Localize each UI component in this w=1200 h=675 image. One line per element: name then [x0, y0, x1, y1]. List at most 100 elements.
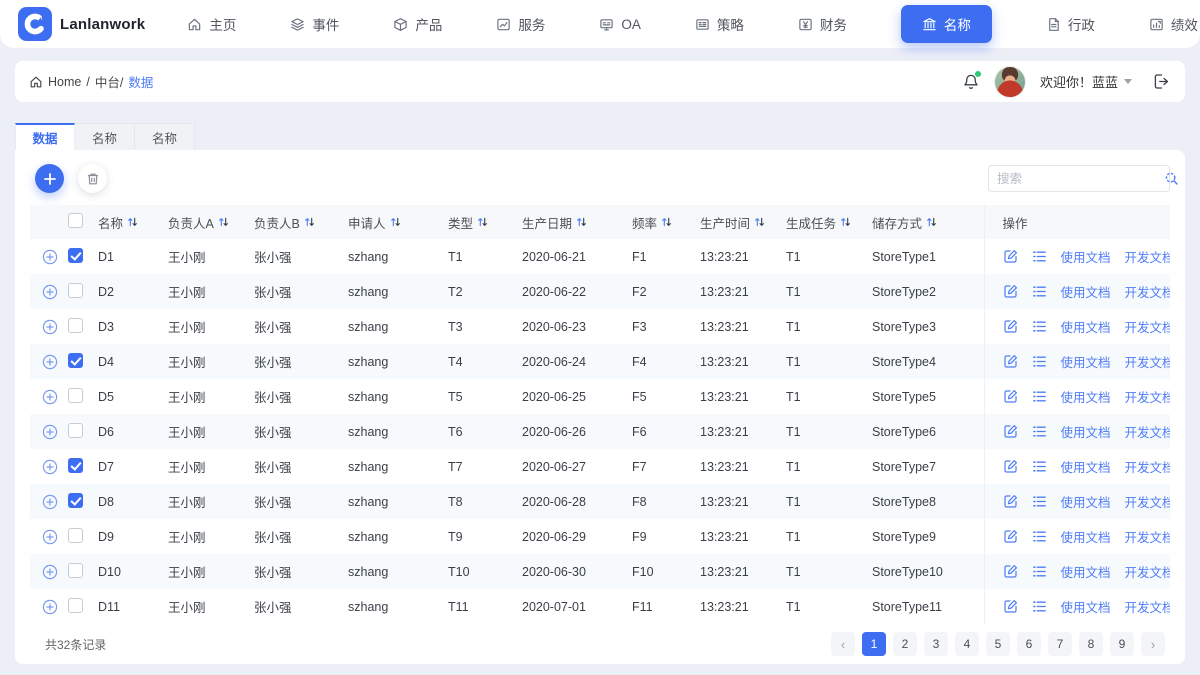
- expand-row-icon[interactable]: [42, 284, 60, 300]
- edit-icon[interactable]: [1003, 354, 1018, 369]
- use-doc-link[interactable]: 使用文档: [1061, 247, 1111, 266]
- list-icon[interactable]: [1032, 424, 1047, 439]
- use-doc-link[interactable]: 使用文档: [1061, 317, 1111, 336]
- sort-icon[interactable]: [304, 216, 315, 228]
- nav-item-6[interactable]: 策略: [695, 14, 744, 34]
- list-icon[interactable]: [1032, 459, 1047, 474]
- pagination-page-3[interactable]: 3: [924, 632, 948, 656]
- edit-icon[interactable]: [1003, 529, 1018, 544]
- sort-icon[interactable]: [390, 216, 401, 228]
- edit-icon[interactable]: [1003, 249, 1018, 264]
- pagination-page-9[interactable]: 9: [1110, 632, 1134, 656]
- row-checkbox[interactable]: [68, 387, 83, 403]
- dev-doc-link[interactable]: 开发文档: [1125, 457, 1170, 476]
- edit-icon[interactable]: [1003, 494, 1018, 509]
- column-header-9[interactable]: 生成任务: [782, 205, 868, 239]
- breadcrumb-current[interactable]: 数据: [128, 72, 153, 91]
- pagination-next[interactable]: ›: [1141, 632, 1165, 656]
- column-header-8[interactable]: 生产时间: [696, 205, 782, 239]
- row-checkbox[interactable]: [68, 352, 83, 368]
- use-doc-link[interactable]: 使用文档: [1061, 387, 1111, 406]
- dev-doc-link[interactable]: 开发文档: [1125, 562, 1170, 581]
- row-checkbox[interactable]: [68, 527, 83, 543]
- pagination-page-8[interactable]: 8: [1079, 632, 1103, 656]
- edit-icon[interactable]: [1003, 424, 1018, 439]
- expand-row-icon[interactable]: [42, 494, 60, 510]
- column-header-7[interactable]: 频率: [628, 205, 696, 239]
- edit-icon[interactable]: [1003, 319, 1018, 334]
- expand-row-icon[interactable]: [42, 529, 60, 545]
- column-header-1[interactable]: 名称: [94, 205, 164, 239]
- column-header-4[interactable]: 申请人: [344, 205, 444, 239]
- notification-bell-button[interactable]: [962, 70, 981, 91]
- column-header-5[interactable]: 类型: [444, 205, 518, 239]
- nav-item-3[interactable]: 产品: [393, 14, 442, 34]
- list-icon[interactable]: [1032, 249, 1047, 264]
- column-header-10[interactable]: 储存方式: [868, 205, 984, 239]
- pagination-page-4[interactable]: 4: [955, 632, 979, 656]
- nav-item-9[interactable]: 行政: [1046, 14, 1095, 34]
- expand-row-icon[interactable]: [42, 564, 60, 580]
- nav-item-1[interactable]: 主页: [187, 14, 236, 34]
- list-icon[interactable]: [1032, 494, 1047, 509]
- expand-row-icon[interactable]: [42, 389, 60, 405]
- expand-row-icon[interactable]: [42, 319, 60, 335]
- sort-icon[interactable]: [576, 216, 587, 228]
- dev-doc-link[interactable]: 开发文档: [1125, 527, 1170, 546]
- sort-icon[interactable]: [754, 216, 765, 228]
- list-icon[interactable]: [1032, 284, 1047, 299]
- dev-doc-link[interactable]: 开发文档: [1125, 317, 1170, 336]
- nav-item-7[interactable]: 财务: [798, 14, 847, 34]
- sort-icon[interactable]: [127, 216, 138, 228]
- use-doc-link[interactable]: 使用文档: [1061, 562, 1111, 581]
- dev-doc-link[interactable]: 开发文档: [1125, 597, 1170, 616]
- pagination-prev[interactable]: ‹: [831, 632, 855, 656]
- expand-row-icon[interactable]: [42, 354, 60, 370]
- user-avatar[interactable]: [993, 65, 1026, 98]
- nav-item-5[interactable]: OA: [599, 17, 641, 32]
- row-checkbox[interactable]: [68, 282, 83, 298]
- dev-doc-link[interactable]: 开发文档: [1125, 387, 1170, 406]
- use-doc-link[interactable]: 使用文档: [1061, 422, 1111, 441]
- list-icon[interactable]: [1032, 354, 1047, 369]
- breadcrumb-home[interactable]: Home: [48, 75, 81, 89]
- edit-icon[interactable]: [1003, 459, 1018, 474]
- dev-doc-link[interactable]: 开发文档: [1125, 247, 1170, 266]
- row-checkbox[interactable]: [68, 247, 83, 263]
- use-doc-link[interactable]: 使用文档: [1061, 457, 1111, 476]
- column-header-6[interactable]: 生产日期: [518, 205, 628, 239]
- edit-icon[interactable]: [1003, 284, 1018, 299]
- dev-doc-link[interactable]: 开发文档: [1125, 282, 1170, 301]
- dev-doc-link[interactable]: 开发文档: [1125, 352, 1170, 371]
- use-doc-link[interactable]: 使用文档: [1061, 597, 1111, 616]
- list-icon[interactable]: [1032, 529, 1047, 544]
- select-all-checkbox[interactable]: [68, 213, 83, 228]
- search-icon[interactable]: [1164, 171, 1179, 186]
- expand-row-icon[interactable]: [42, 459, 60, 475]
- list-icon[interactable]: [1032, 319, 1047, 334]
- pagination-page-5[interactable]: 5: [986, 632, 1010, 656]
- brand[interactable]: Lanlanwork: [18, 7, 145, 41]
- row-checkbox[interactable]: [68, 422, 83, 438]
- tab-data[interactable]: 数据: [15, 123, 75, 150]
- row-checkbox[interactable]: [68, 317, 83, 333]
- breadcrumb-section[interactable]: 中台/: [95, 72, 123, 91]
- list-icon[interactable]: [1032, 599, 1047, 614]
- edit-icon[interactable]: [1003, 564, 1018, 579]
- column-header-3[interactable]: 负责人B: [250, 205, 344, 239]
- nav-item-8[interactable]: 名称: [900, 5, 992, 43]
- pagination-page-6[interactable]: 6: [1017, 632, 1041, 656]
- row-checkbox[interactable]: [68, 597, 83, 613]
- use-doc-link[interactable]: 使用文档: [1061, 492, 1111, 511]
- list-icon[interactable]: [1032, 389, 1047, 404]
- tab-name-1[interactable]: 名称: [75, 123, 135, 150]
- sort-icon[interactable]: [218, 216, 229, 228]
- expand-row-icon[interactable]: [42, 424, 60, 440]
- use-doc-link[interactable]: 使用文档: [1061, 527, 1111, 546]
- add-button[interactable]: [35, 164, 64, 193]
- pagination-page-2[interactable]: 2: [893, 632, 917, 656]
- pagination-page-1[interactable]: 1: [862, 632, 886, 656]
- logout-button[interactable]: [1152, 72, 1171, 91]
- use-doc-link[interactable]: 使用文档: [1061, 352, 1111, 371]
- dev-doc-link[interactable]: 开发文档: [1125, 492, 1170, 511]
